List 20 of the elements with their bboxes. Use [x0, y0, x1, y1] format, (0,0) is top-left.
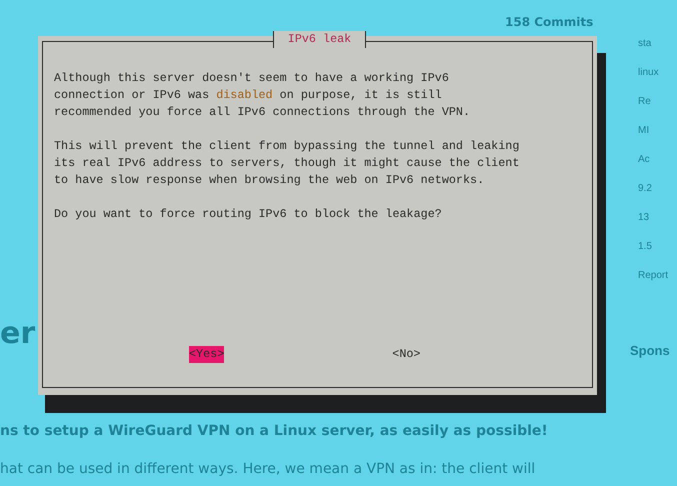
sponsors-heading: Spons — [630, 343, 670, 358]
page-heading: er — [0, 316, 36, 351]
sidebar-text: 13 — [638, 211, 650, 225]
sidebar-text: sta — [638, 37, 652, 51]
page-paragraph: hat can be used in different ways. Here, we mean a VPN as in: the client will — [0, 461, 536, 477]
yes-button[interactable]: <Yes> — [189, 346, 224, 363]
page-paragraph: ns to setup a WireGuard VPN on a Linux server, as easily as possible! — [0, 423, 548, 439]
sidebar-text: Ac — [638, 153, 651, 167]
dialog-title: IPv6 leak — [272, 31, 366, 48]
dialog-paragraph: Do you want to force routing IPv6 to block the leakage? — [54, 206, 443, 223]
sidebar-text: linux — [638, 66, 660, 80]
commit-count[interactable]: 158 Commits — [505, 15, 594, 29]
no-button[interactable]: <No> — [392, 346, 420, 363]
sidebar-text: Report — [638, 269, 668, 283]
dialog-paragraph: Although this server doesn't seem to have a working IPv6 connection or IPv6 was disabled on purpose, it is still recommended you force all IPv6 connections through the VPN. — [54, 70, 472, 121]
sidebar-text: MI — [638, 124, 650, 138]
dialog-paragraph: This will prevent the client from bypassing the tunnel and leaking its real IPv6 address to servers, though it might cause the client to have slow response when browsing the web on IPv6 networks. — [54, 138, 520, 189]
sidebar-text: Re — [638, 95, 652, 109]
sidebar-text: 1.5 — [638, 240, 653, 254]
sidebar-text: 9.2 — [638, 182, 653, 196]
